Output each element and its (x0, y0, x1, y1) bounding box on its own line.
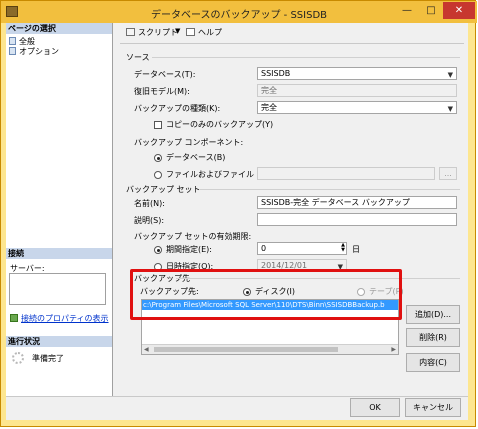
progress-spinner-icon (12, 352, 24, 364)
backup-name-input[interactable]: SSISDB-完全 データベース バックアップ (257, 196, 457, 209)
page-label: オプション (19, 47, 59, 56)
recovery-model-field: 完全 (257, 84, 457, 97)
source-section-label: ソース (126, 53, 150, 62)
expire-days-value: 0 (261, 244, 267, 253)
backup-type-value: 完全 (261, 103, 277, 112)
chevron-down-icon: ▼ (447, 71, 453, 79)
scroll-right-icon: ▶ (391, 346, 396, 353)
backup-set-divider (200, 189, 460, 190)
database-label: データベース(T): (134, 70, 196, 79)
name-label: 名前(N): (134, 199, 165, 208)
help-icon (186, 28, 195, 36)
backup-type-label: バックアップの種類(K): (134, 104, 221, 113)
expire-days-stepper[interactable]: 0 ▲ ▼ (257, 242, 347, 255)
page-icon (9, 47, 16, 55)
scroll-thumb[interactable] (154, 347, 338, 352)
backup-set-section-label: バックアップ セット (126, 185, 201, 194)
expiration-label: バックアップ セットの有効期限: (134, 232, 252, 241)
select-page-header: ページの選択 (6, 23, 112, 34)
title-bar[interactable]: データベースのバックアップ - SSISDB — □ ✕ (1, 1, 477, 23)
page-item-options[interactable]: オプション (9, 46, 109, 56)
expire-after-label: 期間指定(E): (166, 245, 212, 254)
copy-only-label: コピーのみのバックアップ(Y) (166, 120, 274, 129)
contents-button[interactable]: 内容(C) (406, 353, 460, 372)
progress-status: 準備完了 (32, 354, 64, 363)
chevron-down-icon: ▼ (447, 105, 453, 113)
recovery-model-label: 復旧モデル(M): (134, 87, 190, 96)
toolbar-divider (120, 43, 464, 44)
server-list (9, 273, 106, 305)
script-button[interactable]: スクリプト ▼ (126, 26, 186, 38)
page-icon (9, 37, 16, 45)
help-label: ヘルプ (198, 28, 222, 37)
expire-after-radio[interactable] (154, 246, 162, 254)
database-value: SSISDB (261, 69, 291, 78)
file-groups-browse-button[interactable]: ... (439, 167, 457, 180)
database-select[interactable]: SSISDB ▼ (257, 67, 457, 80)
page-item-general[interactable]: 全般 (9, 36, 109, 46)
main-panel: スクリプト ▼ ヘルプ ソース データベース(T): SSISDB ▼ 復旧モデ… (114, 23, 468, 396)
close-button[interactable]: ✕ (443, 2, 475, 19)
chevron-down-icon: ▼ (175, 27, 181, 35)
help-button[interactable]: ヘルプ (186, 26, 226, 38)
maximize-button[interactable]: □ (419, 2, 443, 19)
horizontal-scrollbar[interactable]: ◀ ▶ (142, 344, 398, 354)
stepper-arrows-icon: ▲ ▼ (341, 242, 345, 253)
description-label: 説明(S): (134, 216, 165, 225)
file-groups-field (257, 167, 435, 180)
copy-only-checkbox[interactable] (154, 121, 162, 129)
description-input[interactable] (257, 213, 457, 226)
connection-properties-link[interactable]: 接続のプロパティの表示 (21, 313, 109, 324)
cancel-button[interactable]: キャンセル (405, 398, 461, 417)
add-destination-button[interactable]: 追加(D)... (406, 305, 460, 324)
remove-destination-button[interactable]: 削除(R) (406, 328, 460, 347)
component-database-label: データベース(B) (166, 153, 226, 162)
backup-component-label: バックアップ コンポーネント: (134, 138, 244, 147)
connection-header: 接続 (6, 248, 112, 259)
progress-header: 進行状況 (6, 336, 112, 347)
component-files-radio[interactable] (154, 171, 162, 179)
script-icon (126, 28, 135, 36)
minimize-button[interactable]: — (395, 2, 419, 19)
destination-highlight-frame (130, 269, 402, 320)
days-unit-label: 日 (352, 245, 360, 254)
scroll-left-icon: ◀ (144, 346, 149, 353)
backup-type-select[interactable]: 完全 ▼ (257, 101, 457, 114)
component-database-radio[interactable] (154, 154, 162, 162)
source-divider (152, 57, 460, 58)
left-pane: ページの選択 全般 オプション 接続 サーバー: 接続のプロパティの表示 進行状… (6, 23, 113, 396)
connection-properties-icon (10, 314, 18, 322)
ok-button[interactable]: OK (350, 398, 400, 417)
script-label: スクリプト (138, 28, 178, 37)
footer-divider (6, 396, 468, 397)
